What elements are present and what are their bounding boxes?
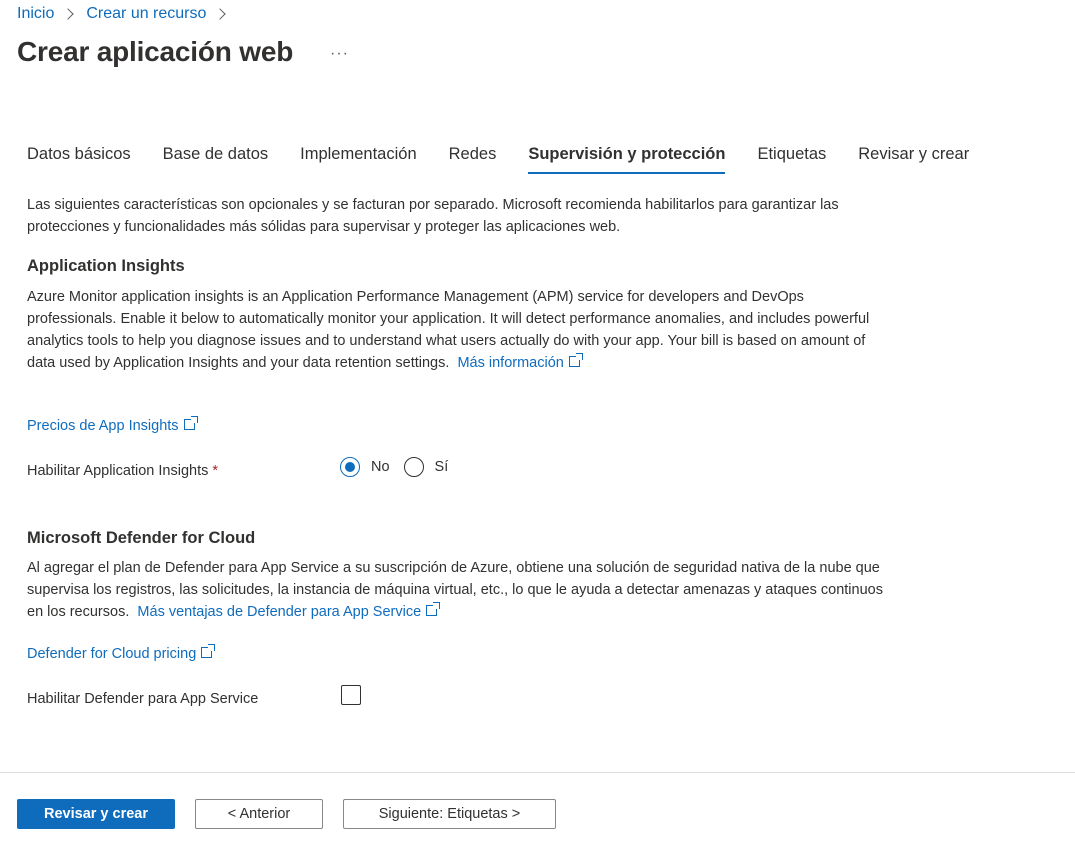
- more-options-icon[interactable]: ···: [330, 45, 349, 63]
- tab-base-de-datos[interactable]: Base de datos: [163, 145, 269, 172]
- app-insights-pricing-link-text: Precios de App Insights: [27, 418, 179, 434]
- page-title: Crear aplicación web: [17, 36, 294, 67]
- breadcrumb-home-link[interactable]: Inicio: [17, 5, 54, 23]
- enable-defender-label: Habilitar Defender para App Service: [27, 691, 259, 707]
- required-indicator: *: [212, 463, 219, 479]
- review-create-button[interactable]: Revisar y crear: [17, 799, 175, 829]
- app-insights-no-radio[interactable]: [340, 457, 360, 477]
- next-button[interactable]: Siguiente: Etiquetas >: [343, 799, 556, 829]
- app-insights-yes-radio[interactable]: [403, 457, 424, 477]
- more-info-link[interactable]: Más información: [457, 353, 583, 371]
- chevron-right-icon: [214, 8, 227, 20]
- external-link-icon: [183, 416, 198, 430]
- radio-selected-dot: [345, 462, 355, 472]
- external-link-icon: [568, 353, 583, 367]
- defender-pricing-link[interactable]: Defender for Cloud pricing: [27, 644, 216, 662]
- defender-benefits-link-text: Más ventajas de Defender para App Servic…: [137, 604, 422, 620]
- more-info-link-text: Más información: [457, 355, 564, 371]
- intro-text: Las siguientes características son opcio…: [27, 197, 839, 235]
- tab-etiquetas[interactable]: Etiquetas: [757, 145, 826, 172]
- tab-implementacion[interactable]: Implementación: [300, 145, 416, 172]
- defender-benefits-link[interactable]: Más ventajas de Defender para App Servic…: [137, 602, 441, 620]
- enable-app-insights-label-text: Habilitar Application Insights: [27, 463, 209, 479]
- tab-datos-basicos[interactable]: Datos básicos: [27, 145, 131, 172]
- app-insights-pricing-link[interactable]: Precios de App Insights: [27, 416, 198, 434]
- app-insights-yes-label[interactable]: Sí: [435, 459, 449, 475]
- tab-supervision-proteccion[interactable]: Supervisión y protección: [528, 145, 726, 174]
- app-insights-description-text: Azure Monitor application insights is an…: [27, 289, 870, 371]
- app-insights-description: Azure Monitor application insights is an…: [27, 286, 887, 374]
- defender-description: Al agregar el plan de Defender para App …: [27, 557, 887, 623]
- chevron-right-icon: [62, 8, 75, 20]
- tab-revisar-crear[interactable]: Revisar y crear: [858, 145, 969, 172]
- enable-app-insights-label: Habilitar Application Insights *: [27, 463, 218, 479]
- previous-button[interactable]: < Anterior: [195, 799, 323, 829]
- footer-divider: [0, 772, 1075, 773]
- defender-heading: Microsoft Defender for Cloud: [27, 529, 256, 547]
- app-insights-heading: Application Insights: [27, 257, 185, 275]
- breadcrumb: Inicio Crear un recurso: [17, 5, 238, 23]
- wizard-tabs: Datos básicos Base de datos Implementaci…: [27, 145, 1001, 174]
- app-insights-radio-group: No Sí: [340, 457, 462, 477]
- breadcrumb-create-resource-link[interactable]: Crear un recurso: [86, 5, 206, 23]
- enable-defender-checkbox[interactable]: [341, 685, 361, 705]
- app-insights-no-label[interactable]: No: [371, 459, 390, 475]
- external-link-icon: [201, 644, 216, 658]
- tab-redes[interactable]: Redes: [449, 145, 497, 172]
- defender-pricing-link-text: Defender for Cloud pricing: [27, 646, 197, 662]
- external-link-icon: [426, 602, 441, 616]
